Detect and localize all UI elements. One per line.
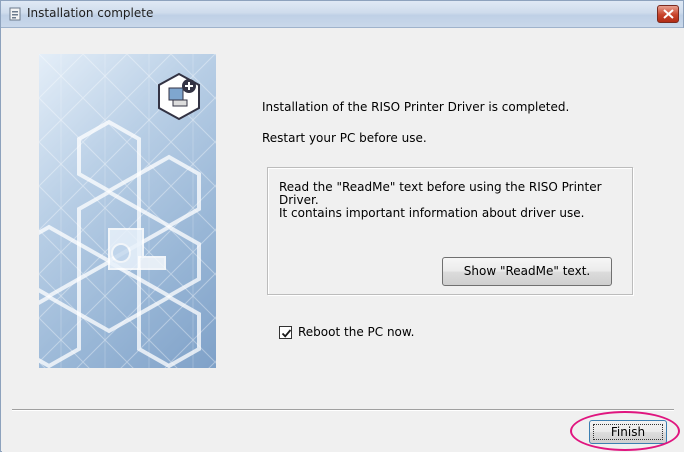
dialog-body: Installation of the RISO Printer Driver … xyxy=(2,28,684,452)
show-readme-button[interactable]: Show "ReadMe" text. xyxy=(442,257,612,286)
installer-banner-image xyxy=(39,54,216,368)
restart-message: Restart your PC before use. xyxy=(262,131,427,145)
close-button[interactable] xyxy=(657,5,679,23)
window-title: Installation complete xyxy=(27,6,154,20)
close-icon xyxy=(663,9,674,19)
checkmark-icon xyxy=(281,329,292,338)
installer-icon xyxy=(7,6,23,22)
readme-info-line-1: Read the "ReadMe" text before using the … xyxy=(279,180,602,194)
reboot-checkbox[interactable] xyxy=(279,326,292,339)
completion-message: Installation of the RISO Printer Driver … xyxy=(262,100,570,114)
readme-info-line-3: It contains important information about … xyxy=(279,206,585,220)
readme-group: Read the "ReadMe" text before using the … xyxy=(267,167,633,295)
footer-divider xyxy=(12,409,674,411)
reboot-label[interactable]: Reboot the PC now. xyxy=(298,325,414,339)
readme-info-text: Read the "ReadMe" text before using the … xyxy=(279,181,619,220)
finish-highlight-ellipse xyxy=(570,411,680,451)
installer-window: Installation complete Installation of th… xyxy=(0,0,684,452)
title-bar[interactable]: Installation complete xyxy=(1,1,683,28)
